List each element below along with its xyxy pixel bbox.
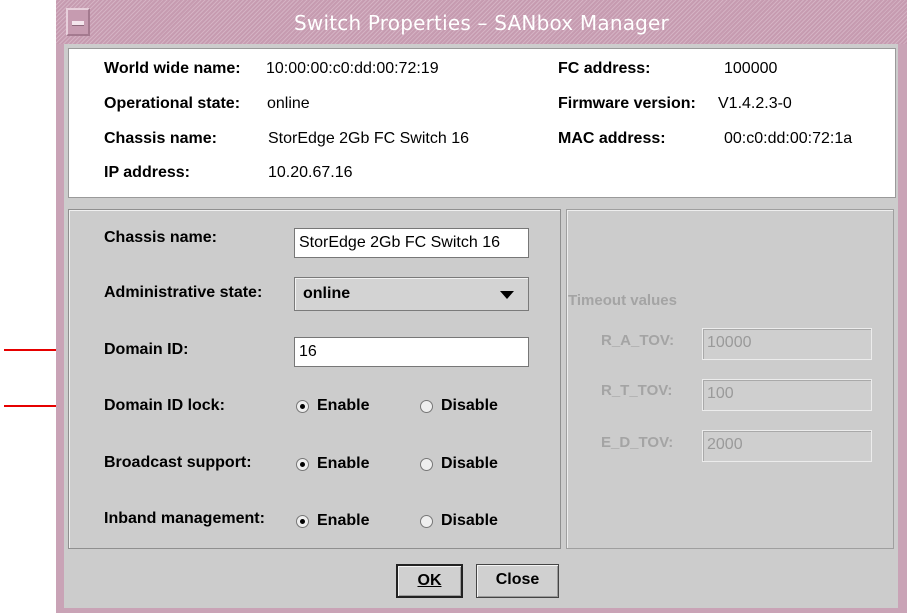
firmware-version-value: V1.4.2.3-0 bbox=[718, 95, 792, 112]
disable-label: Disable bbox=[441, 512, 498, 529]
enable-label: Enable bbox=[317, 397, 370, 414]
ed-tov-input[interactable]: 2000 bbox=[702, 430, 872, 462]
chassis-name-input[interactable] bbox=[294, 228, 529, 258]
fc-address-value: 100000 bbox=[724, 60, 778, 77]
administrative-state-select[interactable]: online bbox=[294, 277, 529, 311]
operational-state-label: Operational state: bbox=[104, 95, 241, 112]
domain-id-lock-disable-radio[interactable]: Disable bbox=[420, 397, 498, 415]
radio-selected-icon bbox=[296, 399, 309, 413]
broadcast-support-disable-radio[interactable]: Disable bbox=[420, 455, 498, 473]
radio-unselected-icon bbox=[420, 399, 433, 413]
ok-button[interactable]: OK bbox=[396, 564, 463, 598]
chassis-name-field-label: Chassis name: bbox=[104, 229, 217, 246]
enable-label: Enable bbox=[317, 455, 370, 472]
domain-id-lock-label: Domain ID lock: bbox=[104, 397, 225, 414]
radio-unselected-icon bbox=[420, 514, 433, 528]
ip-address-value: 10.20.67.16 bbox=[268, 164, 353, 181]
inband-management-disable-radio[interactable]: Disable bbox=[420, 512, 498, 530]
rt-tov-label: R_T_TOV: bbox=[601, 382, 673, 399]
enable-label: Enable bbox=[317, 512, 370, 529]
ok-button-label: OK bbox=[417, 572, 442, 589]
domain-id-label: Domain ID: bbox=[104, 341, 189, 358]
wwn-value: 10:00:00:c0:dd:00:72:19 bbox=[266, 60, 439, 77]
fc-address-label: FC address: bbox=[558, 60, 651, 77]
chassis-name-label: Chassis name: bbox=[104, 130, 217, 147]
switch-properties-window: Switch Properties – SANbox Manager World… bbox=[56, 0, 907, 613]
wwn-label: World wide name: bbox=[104, 60, 241, 77]
domain-id-input[interactable] bbox=[294, 337, 529, 367]
inband-management-label: Inband management: bbox=[104, 510, 265, 527]
administrative-state-label: Administrative state: bbox=[104, 284, 263, 301]
ip-address-label: IP address: bbox=[104, 164, 190, 181]
mac-address-label: MAC address: bbox=[558, 130, 666, 147]
domain-id-lock-enable-radio[interactable]: Enable bbox=[296, 397, 369, 415]
ra-tov-input[interactable]: 10000 bbox=[702, 328, 872, 360]
radio-selected-icon bbox=[296, 514, 309, 528]
broadcast-support-enable-radio[interactable]: Enable bbox=[296, 455, 369, 473]
rt-tov-input[interactable]: 100 bbox=[702, 379, 872, 411]
switch-settings-panel bbox=[68, 209, 561, 549]
administrative-state-value: online bbox=[303, 285, 351, 302]
switch-info-panel: World wide name: 10:00:00:c0:dd:00:72:19… bbox=[68, 48, 896, 198]
ra-tov-label: R_A_TOV: bbox=[601, 332, 675, 349]
mac-address-value: 00:c0:dd:00:72:1a bbox=[724, 130, 853, 147]
disable-label: Disable bbox=[441, 455, 498, 472]
chassis-name-value: StorEdge 2Gb FC Switch 16 bbox=[268, 130, 469, 147]
radio-selected-icon bbox=[296, 457, 309, 471]
firmware-version-label: Firmware version: bbox=[558, 95, 696, 112]
close-button-label: Close bbox=[495, 571, 540, 588]
timeout-values-title: Timeout values bbox=[568, 292, 677, 309]
chevron-down-icon bbox=[500, 291, 514, 299]
inband-management-enable-radio[interactable]: Enable bbox=[296, 512, 369, 530]
disable-label: Disable bbox=[441, 397, 498, 414]
window-title: Switch Properties – SANbox Manager bbox=[294, 11, 669, 35]
broadcast-support-label: Broadcast support: bbox=[104, 454, 252, 471]
close-button[interactable]: Close bbox=[476, 564, 559, 598]
radio-unselected-icon bbox=[420, 457, 433, 471]
dialog-body: World wide name: 10:00:00:c0:dd:00:72:19… bbox=[64, 44, 898, 608]
ed-tov-label: E_D_TOV: bbox=[601, 434, 674, 451]
operational-state-value: online bbox=[267, 95, 310, 112]
title-bar[interactable]: Switch Properties – SANbox Manager bbox=[56, 0, 907, 44]
